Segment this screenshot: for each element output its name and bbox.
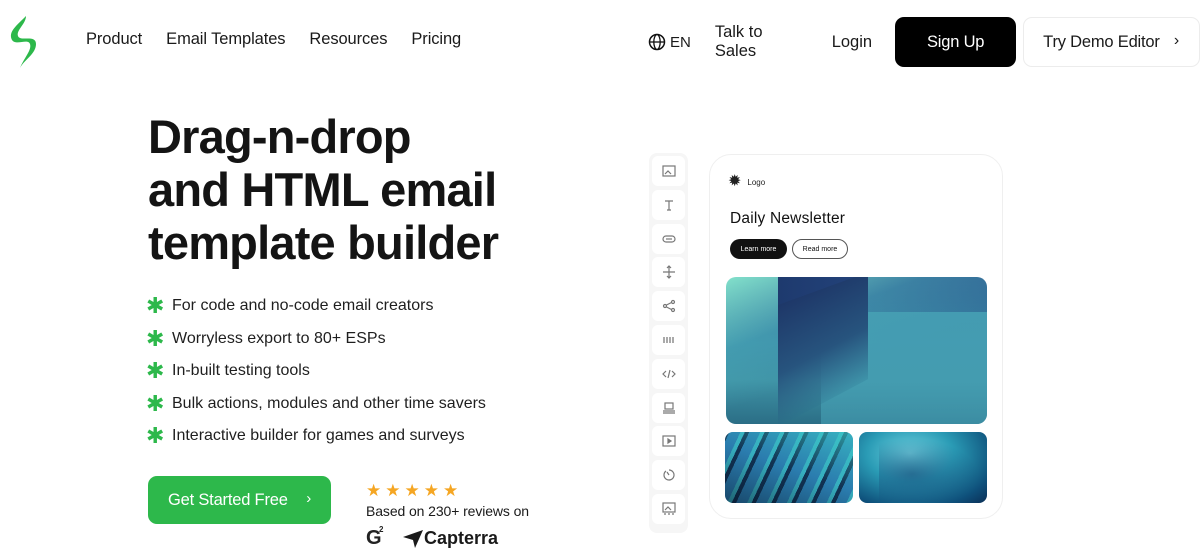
- star-icon: ★: [366, 481, 382, 500]
- stripo-logo-icon: [10, 16, 36, 68]
- language-label: EN: [670, 33, 691, 51]
- tool-html[interactable]: [652, 358, 685, 389]
- nav-email-templates[interactable]: Email Templates: [166, 30, 285, 49]
- asterisk-icon: ✱: [146, 423, 165, 449]
- image-icon: [661, 165, 676, 177]
- feature-list: ✱ For code and no-code email creators ✱ Wo…: [146, 290, 486, 453]
- feature-text: In-built testing tools: [172, 362, 310, 380]
- hero-title: Drag-n-drop and HTML email template buil…: [148, 110, 499, 269]
- feature-text: For code and no-code email creators: [172, 297, 434, 315]
- tool-social[interactable]: [652, 291, 685, 322]
- asterisk-icon: ✱: [146, 293, 165, 319]
- tool-text[interactable]: [652, 189, 685, 220]
- feature-item: ✱ Bulk actions, modules and other time sa…: [146, 388, 486, 421]
- review-badges: G2 Capterra: [366, 525, 529, 549]
- nav-product[interactable]: Product: [86, 30, 142, 49]
- capterra-logo[interactable]: Capterra: [402, 528, 498, 549]
- video-icon: [661, 435, 676, 447]
- reviews-text: Based on 230+ reviews on: [366, 503, 529, 519]
- asterisk-icon: ✱: [146, 325, 165, 351]
- feature-item: ✱ Worryless export to 80+ ESPs: [146, 323, 486, 356]
- preview-logo: ✹ Logo: [728, 174, 765, 190]
- login-link[interactable]: Login: [832, 33, 872, 52]
- nav-pricing[interactable]: Pricing: [411, 30, 461, 49]
- nav-resources[interactable]: Resources: [309, 30, 387, 49]
- asterisk-icon: ✱: [146, 390, 165, 416]
- divider-icon: [662, 337, 675, 343]
- star-icon: ★: [443, 481, 459, 500]
- site-header: Product Email Templates Resources Pricin…: [0, 0, 1200, 84]
- try-demo-editor-label: Try Demo Editor: [1043, 32, 1160, 51]
- tool-menu[interactable]: [652, 392, 685, 423]
- feature-item: ✱ Interactive builder for games and surve…: [146, 420, 486, 453]
- feature-text: Bulk actions, modules and other time sav…: [172, 394, 486, 412]
- preview-title: Daily Newsletter: [730, 210, 846, 227]
- feature-text: Worryless export to 80+ ESPs: [172, 329, 386, 347]
- tool-video[interactable]: [652, 426, 685, 457]
- star-icon: ★: [404, 481, 420, 500]
- capterra-arrow-icon: [403, 529, 423, 548]
- capterra-label: Capterra: [424, 528, 499, 548]
- timer-icon: [662, 469, 675, 481]
- hero-title-line: template builder: [148, 216, 499, 269]
- tool-button[interactable]: [652, 223, 685, 254]
- star-rating: ★ ★ ★ ★ ★: [366, 482, 529, 500]
- feature-item: ✱ In-built testing tools: [146, 355, 486, 388]
- main-nav: Product Email Templates Resources Pricin…: [86, 30, 485, 49]
- button-icon: [661, 234, 676, 243]
- sign-up-button[interactable]: Sign Up: [895, 17, 1017, 67]
- reviews-rating: ★ ★ ★ ★ ★ Based on 230+ reviews on G2 Ca…: [366, 482, 529, 549]
- hero-title-line: and HTML email: [148, 163, 497, 216]
- asterisk-icon: ✱: [146, 358, 165, 384]
- text-icon: [664, 200, 673, 211]
- preview-image-stairs: [725, 432, 853, 503]
- get-started-free-button[interactable]: Get Started Free ›: [148, 476, 331, 524]
- chevron-right-icon: ›: [1173, 32, 1179, 49]
- language-selector[interactable]: EN: [648, 33, 691, 51]
- star-icon: ★: [423, 481, 439, 500]
- tool-divider[interactable]: [652, 324, 685, 355]
- globe-icon: [648, 33, 666, 51]
- preview-read-more-button[interactable]: Read more: [792, 239, 848, 259]
- get-started-free-label: Get Started Free: [168, 490, 288, 509]
- tool-banner[interactable]: [652, 493, 685, 524]
- sunburst-logo-icon: ✹: [728, 173, 742, 190]
- email-preview-card: ✹ Logo Daily Newsletter Learn more Read …: [709, 154, 1003, 519]
- menu-block-icon: [662, 401, 675, 414]
- tool-timer[interactable]: [652, 460, 685, 491]
- block-toolbar: [649, 153, 688, 533]
- share-icon: [662, 300, 675, 313]
- star-icon: ★: [385, 481, 401, 500]
- g2-logo-icon[interactable]: G2: [366, 525, 388, 549]
- feature-text: Interactive builder for games and survey…: [172, 427, 465, 445]
- preview-image-fabric: [859, 432, 987, 503]
- tool-spacer[interactable]: [652, 257, 685, 288]
- hero-title-line: Drag-n-drop: [148, 110, 412, 163]
- brand-logo[interactable]: [6, 14, 38, 70]
- tool-image[interactable]: [652, 156, 685, 186]
- preview-logo-text: Logo: [747, 177, 766, 187]
- preview-learn-more-button[interactable]: Learn more: [730, 239, 787, 259]
- chevron-right-icon: ›: [306, 490, 311, 507]
- preview-hero-image: [726, 277, 987, 424]
- talk-to-sales-link[interactable]: Talk to Sales: [715, 23, 808, 61]
- header-actions: EN Talk to Sales Login Sign Up Try Demo …: [648, 17, 1200, 67]
- try-demo-editor-button[interactable]: Try Demo Editor ›: [1023, 17, 1200, 67]
- code-icon: [661, 369, 676, 378]
- banner-icon: [661, 502, 676, 515]
- feature-item: ✱ For code and no-code email creators: [146, 290, 486, 323]
- spacer-icon: [662, 265, 675, 280]
